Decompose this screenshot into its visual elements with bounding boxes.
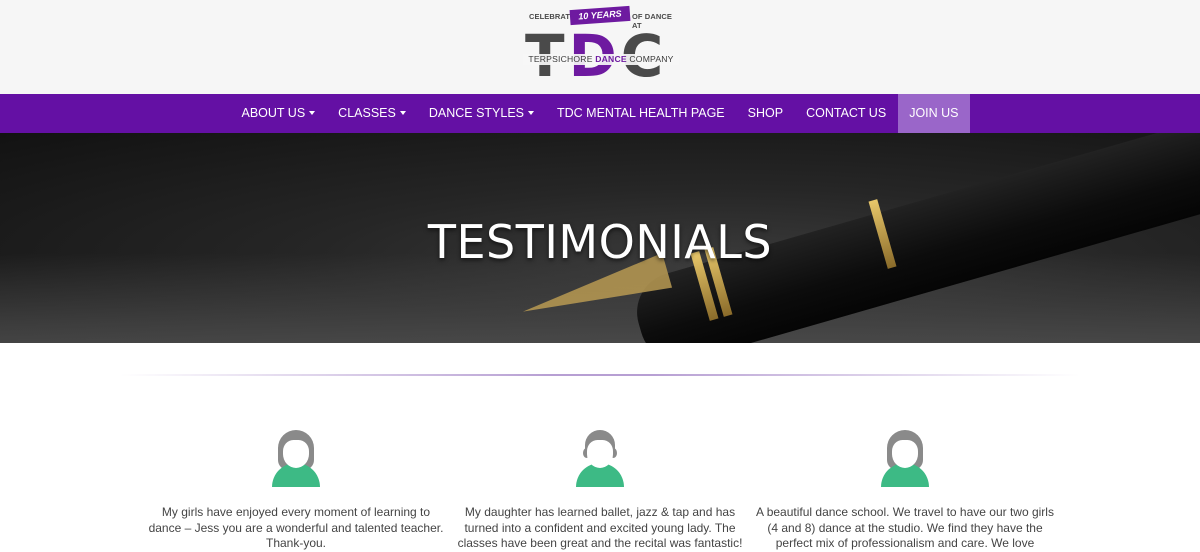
logo-sub-right: COMPANY — [629, 54, 674, 64]
testimonial-text: My girls have enjoyed every moment of le… — [148, 505, 444, 550]
tdc-logo[interactable]: CELEBRATING 10 YEARS OF DANCE AT TDC TER… — [523, 5, 679, 88]
section-divider — [120, 374, 1080, 376]
caret-down-icon — [309, 110, 316, 115]
testimonial-card: A beautiful dance school. We travel to h… — [755, 425, 1055, 552]
nav-contact-us[interactable]: CONTACT US — [795, 94, 898, 133]
hero-banner: TESTIMONIALS — [0, 133, 1200, 343]
testimonial-card: My daughter has learned ballet, jazz & t… — [450, 425, 750, 552]
logo-sub-mid: DANCE — [595, 54, 627, 64]
nav-mental-health[interactable]: TDC MENTAL HEALTH PAGE — [546, 94, 737, 133]
testimonial-text: A beautiful dance school. We travel to h… — [756, 505, 1054, 550]
main-nav: ABOUT US CLASSES DANCE STYLES TDC MENTAL… — [0, 94, 1200, 133]
nav-about-us-label: ABOUT US — [241, 106, 306, 120]
female-user-icon — [881, 425, 929, 487]
nav-shop-label: SHOP — [747, 106, 784, 120]
female-user-icon — [272, 425, 320, 487]
nav-about-us[interactable]: ABOUT US — [230, 94, 327, 133]
nav-mental-health-label: TDC MENTAL HEALTH PAGE — [557, 106, 725, 120]
male-user-icon — [576, 425, 624, 487]
testimonial-text: My daughter has learned ballet, jazz & t… — [457, 505, 743, 550]
nav-classes[interactable]: CLASSES — [327, 94, 418, 133]
logo-sub-left: TERPSICHORE — [528, 54, 593, 64]
nav-classes-label: CLASSES — [338, 106, 396, 120]
page-title: TESTIMONIALS — [427, 215, 773, 269]
nav-shop[interactable]: SHOP — [736, 94, 794, 133]
logo-company-name: TERPSICHORE DANCE COMPANY — [523, 54, 679, 65]
caret-down-icon — [528, 110, 535, 115]
nav-contact-us-label: CONTACT US — [806, 106, 887, 120]
site-header: CELEBRATING 10 YEARS OF DANCE AT TDC TER… — [0, 0, 1200, 94]
nav-join-us-label: JOIN US — [909, 106, 959, 120]
caret-down-icon — [399, 110, 406, 115]
nav-join-us[interactable]: JOIN US — [897, 94, 970, 133]
nav-dance-styles-label: DANCE STYLES — [428, 106, 525, 120]
nav-dance-styles[interactable]: DANCE STYLES — [417, 94, 545, 133]
testimonial-card: My girls have enjoyed every moment of le… — [146, 425, 446, 552]
